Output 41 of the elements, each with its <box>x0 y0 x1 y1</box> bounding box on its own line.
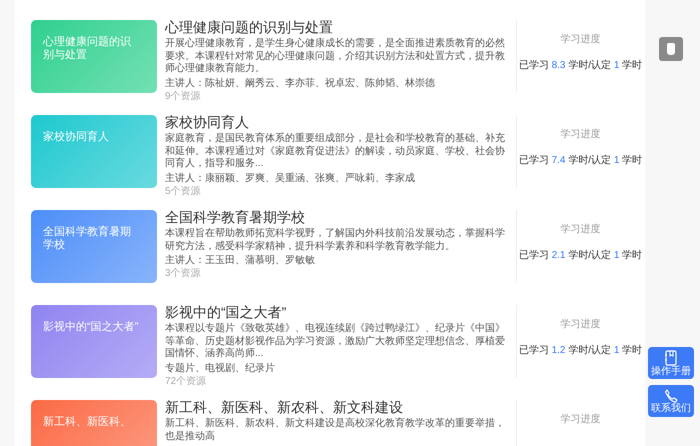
progress-label: 学习进度 <box>560 129 600 141</box>
cover-title: 家校协同育人 <box>43 131 109 144</box>
phone-icon <box>664 388 678 402</box>
progress-label: 学习进度 <box>560 319 600 331</box>
cover-title: 心理健康问题的识别与处置 <box>43 36 132 62</box>
notebook-icon <box>664 350 678 366</box>
progress-label: 学习进度 <box>560 224 600 236</box>
resource-count: 5个资源 <box>165 186 202 198</box>
resource-count: 72个资源 <box>165 376 208 388</box>
course-title[interactable]: 新工科、新医科、新农科、新文科建设 <box>165 399 511 415</box>
course-description: 开展心理健康教育，是学生身心健康成长的需要，是全面推进素质教育的必然要求。本课程针对常见的心理健康问题，介绍其识别方法和处置方式，提升教师心理健康教育能力。 <box>165 38 506 76</box>
cover-title: 新工科、新医科、 <box>43 416 131 429</box>
side-button[interactable]: 联系我们 <box>648 385 694 417</box>
progress-label: 学习进度 <box>560 414 600 426</box>
course-description: 新工科、新医科、新农科、新文科建设是高校深化教育教学改革的重要举措，也是推动高 <box>165 418 506 443</box>
progress-hours: 已学习 2.1 学时/认定 1 学时 <box>518 248 642 262</box>
course-cover[interactable]: 全国科学教育暑期学校 <box>31 210 157 283</box>
course-title[interactable]: 心理健康问题的识别与处置 <box>165 19 511 35</box>
course-lecturers: 主讲人：康丽颖、罗爽、吴重涵、张爽、严咏莉、李家成 <box>165 172 416 184</box>
progress-hours: 已学习 8.3 学时/认定 1 学时 <box>518 58 642 72</box>
side-button[interactable]: 操作手册 <box>648 347 694 379</box>
course-description: 本课程旨在帮助教师拓宽科学视野，了解国内外科技前沿发展动态，掌握科学研究方法，感受科学家精神，提升科学素养和科学教育教学能力。 <box>165 228 506 253</box>
course-cover[interactable]: 新工科、新医科、 <box>31 400 157 446</box>
progress-label: 学习进度 <box>560 34 600 46</box>
course-title[interactable]: 家校协同育人 <box>165 114 511 130</box>
mouse-icon <box>665 42 677 56</box>
cover-title: 全国科学教育暑期学校 <box>43 226 132 252</box>
course-title[interactable]: 全国科学教育暑期学校 <box>165 209 511 225</box>
course-title[interactable]: 影视中的“国之大者” <box>165 304 511 320</box>
course-description: 本课程以专题片《致敬英雄》、电视连续剧《跨过鸭绿江》、纪录片《中国》等革命、历史题材影视作品为学习资源，激励广大教师坚定理想信念、厚植爱国情怀、涵养高尚师... <box>165 323 506 360</box>
resource-count: 3个资源 <box>165 268 202 280</box>
course-lecturers: 主讲人：王玉田、蒲慕明、罗敏敏 <box>165 255 316 267</box>
cover-title: 影视中的“国之大者” <box>43 321 138 334</box>
float-button[interactable] <box>659 37 683 61</box>
course-lecturers: 主讲人：陈祉妍、阚秀云、李亦菲、祝卓宏、陈帅韬、林崇德 <box>165 78 436 90</box>
course-lecturers: 专题片、电视剧、纪录片 <box>165 362 276 374</box>
progress-hours: 已学习 7.4 学时/认定 1 学时 <box>518 154 642 167</box>
progress-hours: 已学习 1.2 学时/认定 1 学时 <box>518 344 642 357</box>
course-cover[interactable]: 影视中的“国之大者” <box>31 305 157 378</box>
course-description: 家庭教育，是国民教育体系的重要组成部分，是社会和学校教育的基础、补充和延伸。本课程通过对《家庭教育促进法》的解读，动员家庭、学校、社会协同育人，指导和服务... <box>165 133 506 170</box>
resource-count: 9个资源 <box>165 90 202 102</box>
